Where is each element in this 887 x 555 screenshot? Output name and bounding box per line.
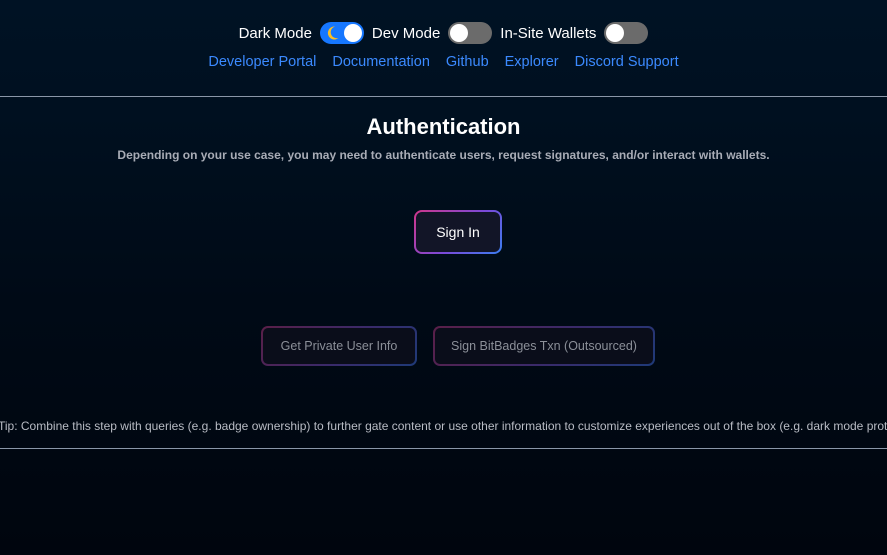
settings-toggles: Dark Mode Dev Mode In-Site Wallets (0, 22, 887, 44)
dev-mode-toggle-group: Dev Mode (371, 22, 493, 44)
page: Dark Mode Dev Mode In-Site Wallets Devel… (0, 0, 887, 555)
in-site-wallets-toggle-group: In-Site Wallets (500, 22, 649, 44)
sign-bitbadges-txn-label: Sign BitBadges Txn (Outsourced) (435, 328, 653, 364)
sign-in-button[interactable]: Sign In (414, 210, 502, 254)
switch-knob (450, 24, 469, 42)
sign-bitbadges-txn-button[interactable]: Sign BitBadges Txn (Outsourced) (433, 326, 655, 366)
sign-in-label: Sign In (416, 212, 500, 252)
page-subtitle: Depending on your use case, you may need… (117, 148, 770, 162)
switch-knob (606, 24, 625, 42)
explorer-link[interactable]: Explorer (505, 54, 559, 70)
header-links: Developer Portal Documentation Github Ex… (0, 54, 887, 70)
documentation-link[interactable]: Documentation (332, 54, 430, 70)
discord-support-link[interactable]: Discord Support (575, 54, 679, 70)
switch-knob (343, 24, 362, 42)
developer-portal-link[interactable]: Developer Portal (208, 54, 316, 70)
dark-mode-toggle-group: Dark Mode (239, 22, 364, 44)
dev-mode-switch[interactable] (448, 22, 493, 44)
header-divider (0, 96, 887, 97)
dev-mode-label: Dev Mode (371, 24, 441, 42)
moon-icon (327, 26, 339, 40)
dark-mode-switch[interactable] (319, 22, 364, 44)
page-title: Authentication (366, 114, 521, 139)
dark-mode-label: Dark Mode (238, 24, 312, 42)
in-site-wallets-switch[interactable] (604, 22, 649, 44)
footer-divider (0, 448, 887, 449)
in-site-wallets-label: In-Site Wallets (500, 24, 597, 42)
github-link[interactable]: Github (446, 54, 489, 70)
get-private-user-info-button[interactable]: Get Private User Info (261, 326, 417, 366)
tip-text: Tip: Combine this step with queries (e.g… (0, 419, 887, 433)
get-private-user-info-label: Get Private User Info (263, 328, 415, 364)
